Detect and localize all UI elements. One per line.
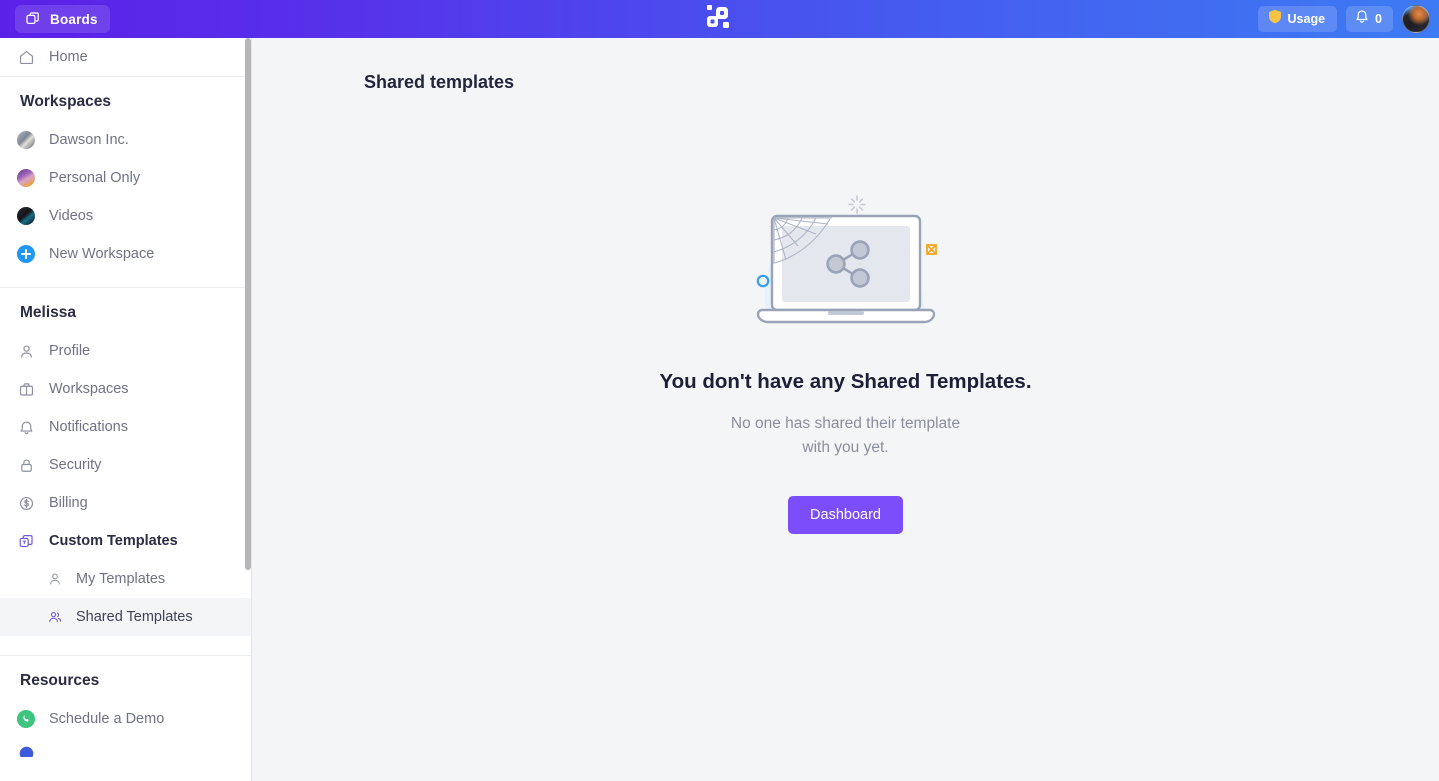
shield-icon xyxy=(1268,9,1282,29)
sidebar-item-my-templates[interactable]: My Templates xyxy=(0,560,251,598)
boards-button-label: Boards xyxy=(50,11,98,27)
sidebar-item-custom-templates[interactable]: Custom Templates xyxy=(0,522,251,560)
sidebar-item-profile[interactable]: Profile xyxy=(0,332,251,370)
empty-state-subtitle-line1: No one has shared their template xyxy=(730,415,961,432)
bell-icon xyxy=(17,418,35,436)
sidebar-item-security-label: Security xyxy=(49,457,102,473)
user-avatar[interactable] xyxy=(1402,5,1430,33)
sidebar-item-workspace-dawson-label: Dawson Inc. xyxy=(49,132,129,148)
sidebar-item-notifications-label: Notifications xyxy=(49,419,128,435)
sidebar: Home Workspaces Dawson Inc. Personal Onl… xyxy=(0,38,252,781)
workspace-avatar xyxy=(17,131,35,149)
phone-circle-icon xyxy=(17,710,35,728)
sidebar-item-workspaces-label: Workspaces xyxy=(49,381,129,397)
sidebar-item-shared-templates-label: Shared Templates xyxy=(76,609,193,625)
copy-stack-icon xyxy=(24,10,42,28)
lock-icon xyxy=(17,456,35,474)
info-circle-icon xyxy=(17,739,35,757)
laptop-share-empty-illustration xyxy=(736,188,956,338)
sidebar-item-billing-label: Billing xyxy=(49,495,88,511)
sidebar-heading-resources: Resources xyxy=(20,672,100,689)
sidebar-item-partial[interactable] xyxy=(0,738,251,758)
sidebar-item-workspaces[interactable]: Workspaces xyxy=(0,370,251,408)
app-logo-icon[interactable] xyxy=(706,4,734,34)
sidebar-item-workspace-personal-label: Personal Only xyxy=(49,170,141,186)
main-content: Shared templates You don't have any Shar… xyxy=(252,38,1439,781)
sidebar-heading-account: Melissa xyxy=(20,304,77,321)
empty-state-title: You don't have any Shared Templates. xyxy=(659,370,1032,393)
user-icon xyxy=(46,570,64,588)
home-icon xyxy=(17,48,35,66)
sidebar-item-workspace-dawson[interactable]: Dawson Inc. xyxy=(0,121,251,159)
sidebar-item-home-label: Home xyxy=(49,49,88,65)
sidebar-item-shared-templates[interactable]: Shared Templates xyxy=(0,598,251,636)
boards-button[interactable]: Boards xyxy=(15,5,110,33)
template-stack-icon xyxy=(17,532,35,550)
notification-count: 0 xyxy=(1375,12,1382,26)
usage-button[interactable]: Usage xyxy=(1257,6,1338,32)
sidebar-item-workspace-videos-label: Videos xyxy=(49,208,94,224)
dashboard-button[interactable]: Dashboard xyxy=(788,496,903,534)
usage-label: Usage xyxy=(1287,12,1326,26)
topbar-right-group: Usage 0 xyxy=(1257,5,1439,33)
workspace-avatar xyxy=(17,169,35,187)
top-bar: Boards Usage 0 xyxy=(0,0,1439,38)
empty-state: You don't have any Shared Templates. No … xyxy=(252,188,1439,534)
sidebar-item-schedule-demo[interactable]: Schedule a Demo xyxy=(0,700,251,738)
sidebar-scroll-content: Home Workspaces Dawson Inc. Personal Onl… xyxy=(0,38,251,758)
sidebar-item-workspace-personal[interactable]: Personal Only xyxy=(0,159,251,197)
notifications-button[interactable]: 0 xyxy=(1346,6,1393,32)
sidebar-scrollbar-thumb[interactable] xyxy=(245,38,251,570)
empty-state-subtitle: No one has shared their template with yo… xyxy=(731,412,960,460)
sidebar-item-new-workspace[interactable]: New Workspace xyxy=(0,235,251,273)
workspace-avatar xyxy=(17,207,35,225)
bell-icon xyxy=(1355,9,1369,29)
sidebar-item-billing[interactable]: Billing xyxy=(0,484,251,522)
plus-circle-icon xyxy=(17,245,35,263)
sidebar-item-my-templates-label: My Templates xyxy=(76,571,166,587)
sidebar-scrollbar-track[interactable] xyxy=(244,38,251,781)
sidebar-item-schedule-demo-label: Schedule a Demo xyxy=(49,711,165,727)
sidebar-item-profile-label: Profile xyxy=(49,343,91,359)
sidebar-item-security[interactable]: Security xyxy=(0,446,251,484)
sidebar-item-notifications[interactable]: Notifications xyxy=(0,408,251,446)
page-title: Shared templates xyxy=(364,72,515,92)
user-icon xyxy=(17,342,35,360)
dollar-circle-icon xyxy=(17,494,35,512)
sidebar-heading-workspaces: Workspaces xyxy=(20,93,112,110)
users-icon xyxy=(46,608,64,626)
sidebar-item-new-workspace-label: New Workspace xyxy=(49,246,155,262)
sidebar-item-workspace-videos[interactable]: Videos xyxy=(0,197,251,235)
empty-state-subtitle-line2: with you yet. xyxy=(802,439,889,456)
sidebar-item-custom-templates-label: Custom Templates xyxy=(49,533,178,549)
sidebar-item-home[interactable]: Home xyxy=(0,38,251,76)
briefcase-icon xyxy=(17,380,35,398)
